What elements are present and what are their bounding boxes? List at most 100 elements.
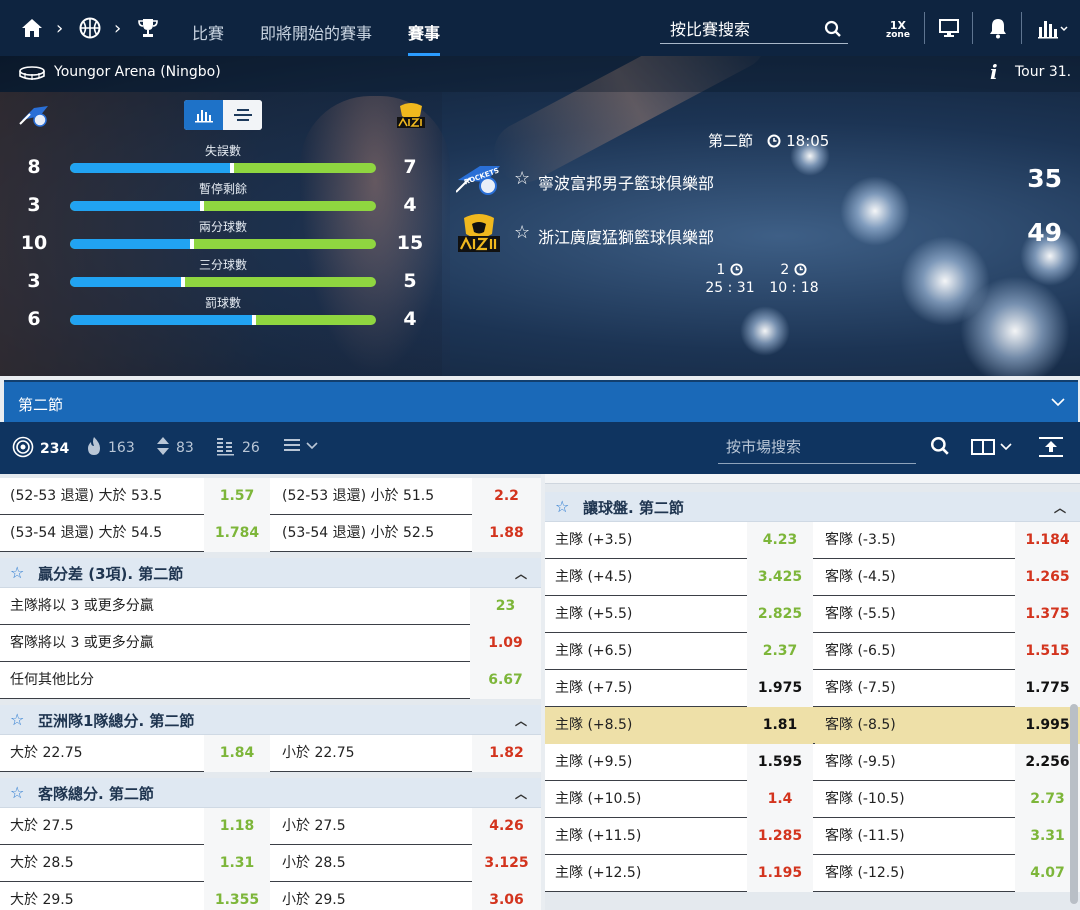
market-search-input[interactable] [718, 432, 916, 462]
outcome-name[interactable]: 大於 27.5 [0, 808, 204, 845]
chevron-up-icon[interactable]: ︿ [515, 785, 527, 802]
outcome-name[interactable]: 客隊 (-4.5) [815, 559, 1015, 596]
favorite-star-icon[interactable]: ☆ [514, 168, 530, 189]
outcome-name[interactable]: 主隊 (+5.5) [545, 596, 747, 633]
outcome-name[interactable]: (53-54 退還) 小於 52.5 [272, 515, 472, 552]
odds-button[interactable]: 1.375 [1015, 596, 1080, 633]
odds-button[interactable]: 1.31 [204, 845, 270, 882]
home-icon[interactable] [20, 16, 44, 40]
outcome-name[interactable]: (52-53 退還) 大於 53.5 [0, 478, 204, 515]
outcome-name[interactable]: 主隊 (+8.5) [545, 707, 747, 744]
odds-button[interactable]: 1.09 [470, 625, 541, 662]
monitor-icon[interactable] [937, 16, 961, 40]
home-team-name[interactable]: 寧波富邦男子籃球俱樂部 [538, 170, 714, 194]
favorite-star-icon[interactable]: ☆ [10, 710, 24, 729]
outcome-name[interactable]: 主隊 (+9.5) [545, 744, 747, 781]
filter-more-menu[interactable] [284, 436, 320, 458]
outcome-name[interactable]: 客隊 (-6.5) [815, 633, 1015, 670]
outcome-name[interactable]: 小於 28.5 [272, 845, 472, 882]
odds-button[interactable]: 3.425 [747, 559, 813, 596]
market-group-header[interactable]: ☆ 贏分差 (3項). 第二節 ︿ [0, 558, 541, 588]
collapse-all-icon[interactable] [1038, 436, 1064, 462]
odds-button[interactable]: 2.37 [747, 633, 813, 670]
odds-button[interactable]: 1.57 [204, 478, 270, 515]
odds-button[interactable]: 2.2 [472, 478, 541, 515]
chevron-down-icon[interactable] [1050, 394, 1066, 410]
1x-zone-link[interactable]: 1X zone [886, 20, 910, 40]
outcome-name[interactable]: 主隊將以 3 或更多分贏 [0, 588, 470, 625]
outcome-name[interactable]: 主隊 (+3.5) [545, 522, 747, 559]
scrollbar[interactable] [1070, 704, 1078, 904]
bell-icon[interactable] [986, 16, 1010, 40]
filter-popular[interactable]: 163 [86, 436, 135, 460]
odds-button[interactable]: 1.184 [1015, 522, 1080, 559]
outcome-name[interactable]: 主隊 (+12.5) [545, 855, 747, 892]
market-group-header[interactable]: ☆ 客隊總分. 第二節 ︿ [0, 778, 541, 808]
odds-button[interactable]: 4.26 [472, 808, 541, 845]
odds-button[interactable]: 1.82 [472, 735, 541, 772]
outcome-name[interactable]: 主隊 (+7.5) [545, 670, 747, 707]
outcome-name[interactable]: 小於 22.75 [272, 735, 472, 772]
market-group-header[interactable]: ☆ 讓球盤. 第二節 ︿ [545, 492, 1080, 522]
nav-matches[interactable]: 比賽 [192, 20, 224, 44]
odds-button[interactable]: 1.18 [204, 808, 270, 845]
odds-button[interactable]: 2.825 [747, 596, 813, 633]
favorite-star-icon[interactable]: ☆ [555, 497, 569, 516]
match-search-input[interactable] [660, 16, 810, 42]
outcome-name[interactable]: 主隊 (+10.5) [545, 781, 747, 818]
favorite-star-icon[interactable]: ☆ [514, 222, 530, 243]
odds-button[interactable]: 1.285 [747, 818, 813, 855]
odds-button[interactable]: 1.784 [204, 515, 270, 552]
away-team-name[interactable]: 浙江廣廈猛獅籃球俱樂部 [538, 224, 714, 248]
filter-statistics[interactable]: 26 [216, 436, 260, 460]
outcome-name[interactable]: 客隊 (-7.5) [815, 670, 1015, 707]
outcome-name[interactable]: (52-53 退還) 小於 51.5 [272, 478, 472, 515]
odds-button[interactable]: 3.125 [472, 845, 541, 882]
outcome-name[interactable]: 大於 28.5 [0, 845, 204, 882]
filter-all-markets[interactable]: 234 [12, 436, 70, 478]
odds-button[interactable]: 1.775 [1015, 670, 1080, 707]
odds-button[interactable]: 1.88 [472, 515, 541, 552]
outcome-name[interactable]: 小於 29.5 [272, 882, 472, 910]
outcome-name[interactable]: 大於 29.5 [0, 882, 204, 910]
basketball-icon[interactable] [78, 16, 102, 40]
outcome-name[interactable]: (53-54 退還) 大於 54.5 [0, 515, 204, 552]
favorite-star-icon[interactable]: ☆ [10, 783, 24, 802]
period-selector[interactable]: 第二節 [4, 380, 1078, 422]
odds-button[interactable]: 1.355 [204, 882, 270, 910]
outcome-name[interactable]: 客隊 (-5.5) [815, 596, 1015, 633]
list-view-button[interactable] [223, 100, 262, 130]
odds-button[interactable]: 6.67 [470, 662, 541, 699]
odds-button[interactable]: 1.81 [747, 707, 813, 744]
outcome-name[interactable]: 客隊 (-8.5) [815, 707, 1015, 744]
outcome-name[interactable]: 客隊 (-9.5) [815, 744, 1015, 781]
odds-button[interactable]: 1.595 [747, 744, 813, 781]
nav-upcoming[interactable]: 即將開始的賽事 [260, 20, 372, 44]
statistics-menu-icon[interactable] [1036, 16, 1070, 40]
outcome-name[interactable]: 主隊 (+4.5) [545, 559, 747, 596]
odds-button[interactable]: 23 [470, 588, 541, 625]
odds-button[interactable]: 3.06 [472, 882, 541, 910]
outcome-name[interactable]: 客隊 (-11.5) [815, 818, 1015, 855]
columns-layout-icon[interactable] [970, 437, 1016, 461]
bar-chart-view-button[interactable] [184, 100, 223, 130]
outcome-name[interactable]: 任何其他比分 [0, 662, 470, 699]
outcome-name[interactable]: 大於 22.75 [0, 735, 204, 772]
search-icon[interactable] [824, 20, 842, 38]
odds-button[interactable]: 1.84 [204, 735, 270, 772]
favorite-star-icon[interactable]: ☆ [10, 563, 24, 582]
outcome-name[interactable]: 小於 27.5 [272, 808, 472, 845]
outcome-name[interactable]: 客隊 (-3.5) [815, 522, 1015, 559]
odds-button[interactable]: 4.23 [747, 522, 813, 559]
chevron-up-icon[interactable]: ︿ [515, 565, 527, 582]
chevron-up-icon[interactable]: ︿ [515, 712, 527, 729]
filter-sort[interactable]: 83 [156, 436, 194, 460]
odds-button[interactable]: 1.515 [1015, 633, 1080, 670]
odds-button[interactable]: 1.195 [747, 855, 813, 892]
outcome-name[interactable]: 主隊 (+11.5) [545, 818, 747, 855]
odds-button[interactable]: 1.4 [747, 781, 813, 818]
nav-events[interactable]: 賽事 [408, 20, 441, 56]
info-icon[interactable]: i [990, 60, 998, 84]
odds-button[interactable]: 1.265 [1015, 559, 1080, 596]
odds-button[interactable]: 1.975 [747, 670, 813, 707]
